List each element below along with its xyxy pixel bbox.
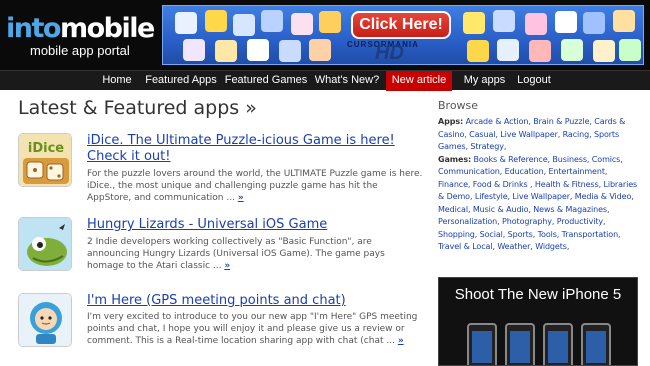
app-description-text: 2 Indie developers working collectively … [87,237,385,271]
cursor-tile-icon [247,39,269,61]
browse-title: Browse [438,99,479,112]
cursor-tile-icon [467,40,489,62]
cursor-tile-icon [183,39,205,61]
iphone-ad[interactable]: Shoot The New iPhone 5 [438,277,638,366]
cursor-tile-icon [233,14,255,36]
app-description-text: I'm very excited to introduce to you our… [87,312,418,346]
cursor-tile-icon [261,10,283,32]
cursor-tile-icon [555,11,577,33]
cursor-tile-icon [619,39,641,61]
apps-category-links[interactable]: Arcade & Action, Brain & Puzzle, Cards &… [438,117,625,151]
cursor-tile-icon [463,12,485,34]
svg-text:iDice: iDice [28,141,64,156]
lizard-icon[interactable] [18,217,72,271]
click-here-button[interactable]: Click Here! [351,11,451,39]
games-category-links[interactable]: Books & Reference, Business, Comics, Com… [438,155,637,252]
list-item: iDice iDice. The Ultimate Puzzle-icious … [18,133,423,208]
app-title-link[interactable]: Hungry Lizards - Universal iOS Game [87,217,425,233]
nav-home[interactable]: Home [95,71,139,91]
read-more-link[interactable]: » [224,261,230,271]
cursor-tile-icon [279,40,301,62]
cursor-tile-icon [613,10,635,32]
cursor-tile-icon [205,10,227,32]
cursor-tile-icon [525,13,547,35]
list-item: I'm Here (GPS meeting points and chat) I… [18,293,423,363]
ad-banner[interactable]: Click Here! CURSORMANIA HD [162,5,644,65]
cursor-tile-icon [561,39,583,61]
nav-featured-apps[interactable]: Featured Apps [142,71,220,91]
cursor-tile-icon [291,13,313,35]
phone-image [467,323,497,365]
phone-image [505,323,535,365]
site-logo[interactable]: intomobile mobile app portal [6,13,155,58]
list-item: Hungry Lizards - Universal iOS Game 2 In… [18,217,423,283]
cursor-tile-icon [309,39,331,61]
cursor-tile-icon [319,11,341,33]
banner-hd-text: HD [375,42,404,64]
phone-image [543,323,573,365]
nav-new-article[interactable]: New article [386,71,452,91]
main-nav: Home Featured Apps Featured Games What's… [0,70,650,91]
read-more-link[interactable]: » [238,193,244,203]
cursor-tile-icon [593,40,615,62]
ad-title: Shoot The New iPhone 5 [454,286,622,303]
site-header: intomobile mobile app portal Click Here!… [0,0,650,70]
cursor-tile-icon [497,39,519,61]
app-description-text: For the puzzle lovers around the world, … [87,169,423,203]
cursor-tile-icon [215,40,237,62]
games-label: Games: [438,154,472,164]
nav-featured-games[interactable]: Featured Games [223,71,309,91]
browse-sidebar: Browse Apps: Arcade & Action, Brain & Pu… [438,99,638,254]
nav-my-apps[interactable]: My apps [457,71,512,91]
idice-icon[interactable]: iDice [18,133,72,187]
logo-tagline: mobile app portal [30,43,130,58]
phone-image [581,323,611,365]
astronaut-icon[interactable] [18,293,72,347]
nav-whats-new[interactable]: What's New? [312,71,382,91]
logo-wordmark: intomobile [6,13,155,44]
cursor-tile-icon [583,12,605,34]
app-description: I'm very excited to introduce to you our… [87,311,423,347]
cursor-tile-icon [175,12,197,34]
app-description: 2 Indie developers working collectively … [87,236,423,272]
page-title: Latest & Featured apps » [18,97,257,119]
cursor-tile-icon [529,40,551,62]
read-more-link[interactable]: » [398,336,404,346]
app-title-link[interactable]: iDice. The Ultimate Puzzle-icious Game i… [87,133,425,165]
nav-logout[interactable]: Logout [514,71,554,91]
app-description: For the puzzle lovers around the world, … [87,168,423,204]
apps-label: Apps: [438,117,464,126]
app-title-link[interactable]: I'm Here (GPS meeting points and chat) [87,293,425,309]
cursor-tile-icon [493,10,515,32]
browse-categories: Apps: Arcade & Action, Brain & Puzzle, C… [438,116,638,254]
